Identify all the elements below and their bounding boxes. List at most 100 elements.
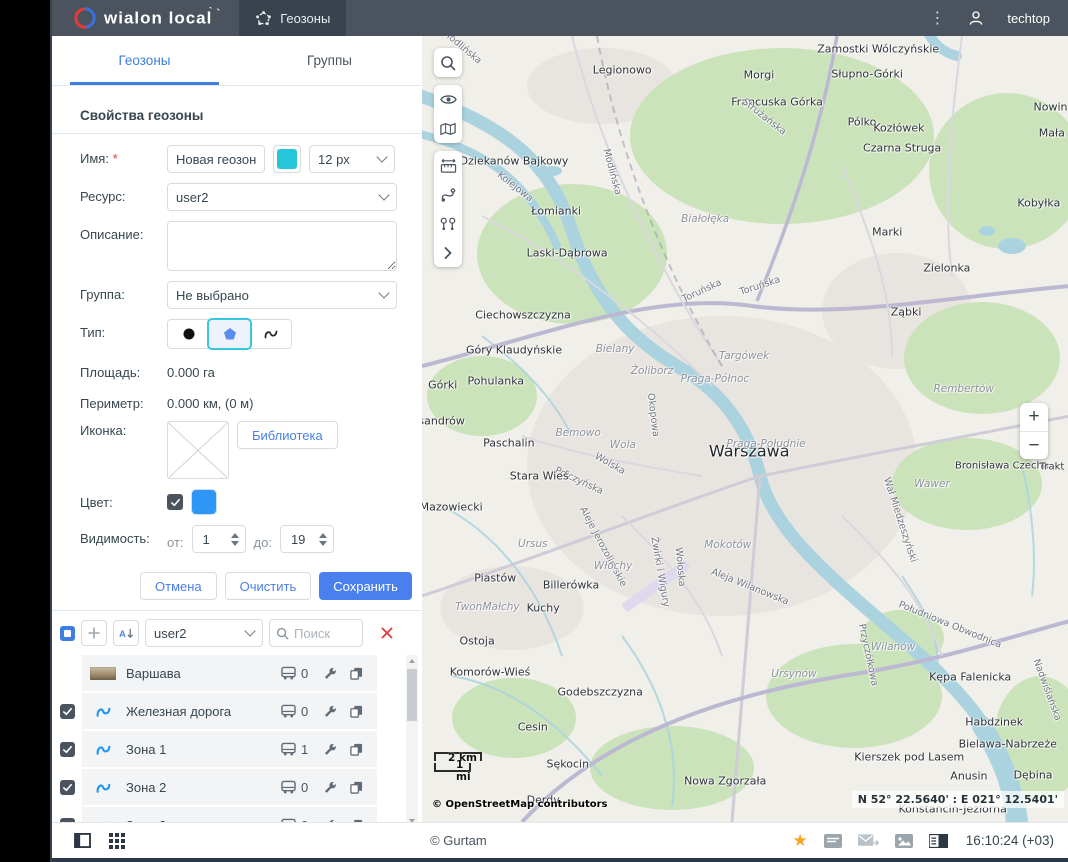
monitoring-panel-button[interactable] xyxy=(929,834,948,848)
geozone-copy-button[interactable] xyxy=(343,667,369,680)
measure-ruler-button[interactable] xyxy=(434,151,462,180)
visibility-eye-button[interactable] xyxy=(434,85,462,114)
geozone-row[interactable]: Зона 20 xyxy=(82,769,377,805)
units-count-icon xyxy=(280,780,297,794)
type-circle-button[interactable] xyxy=(168,320,209,348)
geozone-list-item: Железная дорога0 xyxy=(52,693,422,729)
geozone-visibility-checkbox[interactable] xyxy=(60,704,75,719)
check-icon xyxy=(62,744,73,755)
map-scale-bar: 2 km 1 mi xyxy=(434,752,482,772)
list-scrollbar[interactable] xyxy=(406,655,418,827)
username[interactable]: techtop xyxy=(1007,11,1050,26)
cancel-button[interactable]: Отмена xyxy=(140,572,217,600)
geozone-visibility-checkbox[interactable] xyxy=(60,780,75,795)
geozone-properties-form: Свойства геозоны Имя: * 12 px Ресурс: us… xyxy=(52,86,422,610)
wialon-logo: wialon local̀ ` xyxy=(52,7,239,29)
copy-icon xyxy=(350,743,363,756)
geozone-properties-button[interactable] xyxy=(317,667,343,680)
map-canvas[interactable]: ModlińskaLegionowoZamostki WólczyńskieMo… xyxy=(422,36,1068,822)
window-bottom-edge xyxy=(52,858,1068,862)
polyline-geozone-icon xyxy=(95,780,112,795)
panel-toggle-button[interactable] xyxy=(74,833,91,848)
sort-az-icon: A xyxy=(119,627,134,640)
expand-tools-button[interactable] xyxy=(434,238,462,267)
tab-geozones[interactable]: Геозоны xyxy=(52,36,237,85)
geozone-row[interactable]: Варшава0 xyxy=(82,655,377,691)
clear-filter-button[interactable] xyxy=(381,627,393,639)
font-size-select[interactable]: 12 px xyxy=(309,145,395,173)
map-source-button[interactable] xyxy=(434,114,462,143)
units-inside-icon xyxy=(275,742,301,756)
apps-grid-button[interactable] xyxy=(109,833,125,849)
resource-filter-select[interactable]: user2 xyxy=(145,619,263,647)
visibility-from-stepper[interactable]: 1 xyxy=(192,525,246,553)
type-polygon-button[interactable] xyxy=(207,318,252,350)
tab-groups[interactable]: Группы xyxy=(237,36,422,85)
units-inside-count: 0 xyxy=(301,780,317,795)
icon-placeholder[interactable] xyxy=(167,421,229,479)
copy-icon xyxy=(350,667,363,680)
polygon-type-icon xyxy=(223,327,237,341)
geozone-copy-button[interactable] xyxy=(343,705,369,718)
route-icon xyxy=(440,187,456,203)
save-button[interactable]: Сохранить xyxy=(319,572,412,600)
geozone-row[interactable]: Железная дорога0 xyxy=(82,693,377,729)
geozone-properties-button[interactable] xyxy=(317,705,343,718)
map-attribution: © OpenStreetMap contributors xyxy=(432,799,608,810)
zoom-out-button[interactable]: − xyxy=(1020,431,1048,459)
name-input[interactable] xyxy=(167,145,265,173)
panel-tabs: Геозоны Группы xyxy=(52,36,422,86)
library-button[interactable]: Библиотека xyxy=(237,421,338,449)
top-tab-geozones[interactable]: Геозоны xyxy=(239,0,346,36)
user-icon[interactable] xyxy=(967,9,985,27)
messages-button[interactable] xyxy=(858,834,879,848)
copy-icon xyxy=(350,781,363,794)
group-select[interactable]: Не выбрано xyxy=(167,281,397,309)
visibility-to-stepper[interactable]: 19 xyxy=(280,525,334,553)
favorites-star-icon[interactable]: ★ xyxy=(793,832,808,849)
check-icon xyxy=(62,706,73,717)
units-inside-count: 0 xyxy=(301,666,317,681)
map-search-button[interactable] xyxy=(434,48,462,77)
zone-color-swatch[interactable] xyxy=(191,489,217,515)
geozone-properties-button[interactable] xyxy=(317,743,343,756)
notices-button[interactable] xyxy=(824,834,842,848)
units-inside-icon xyxy=(275,704,301,718)
geozone-visibility-checkbox[interactable] xyxy=(60,742,75,757)
zoom-in-button[interactable]: + xyxy=(1020,403,1048,431)
geozone-properties-button[interactable] xyxy=(317,781,343,794)
to-label: до: xyxy=(254,529,272,550)
select-all-checkbox[interactable] xyxy=(60,626,75,641)
units-inside-count: 1 xyxy=(301,742,317,757)
overflow-menu-icon[interactable]: ⋮ xyxy=(929,8,945,28)
geozone-list-item: Зона 20 xyxy=(52,769,422,805)
nearest-units-button[interactable] xyxy=(434,209,462,238)
split-panel-icon xyxy=(929,834,948,848)
scrollbar-thumb[interactable] xyxy=(407,669,417,721)
geozone-copy-button[interactable] xyxy=(343,743,369,756)
scale-mi-label: 1 mi xyxy=(444,759,471,783)
media-button[interactable] xyxy=(895,834,913,848)
geozone-copy-button[interactable] xyxy=(343,781,369,794)
copy-icon xyxy=(350,705,363,718)
map-toolbar xyxy=(434,48,462,267)
description-textarea[interactable] xyxy=(167,221,397,271)
map-zoom-control: + − xyxy=(1020,403,1048,459)
color-checkbox[interactable] xyxy=(167,494,183,510)
clear-button[interactable]: Очистить xyxy=(225,572,312,600)
resource-label: Ресурс: xyxy=(80,183,167,204)
geozone-row[interactable]: Зона 11 xyxy=(82,731,377,767)
scroll-up-arrow[interactable] xyxy=(406,655,418,667)
search-input[interactable] xyxy=(294,626,354,641)
sort-button[interactable]: A xyxy=(113,620,139,646)
add-geozone-button[interactable] xyxy=(81,620,107,646)
line-type-icon xyxy=(263,327,279,341)
label-color-picker[interactable] xyxy=(273,145,301,173)
properties-wrench-icon xyxy=(324,705,337,718)
type-line-button[interactable] xyxy=(250,320,291,348)
wialon-logo-icon xyxy=(74,7,96,29)
routing-button[interactable] xyxy=(434,180,462,209)
area-value: 0.000 га xyxy=(167,359,215,380)
from-label: от: xyxy=(167,529,184,550)
resource-select[interactable]: user2 xyxy=(167,183,397,211)
